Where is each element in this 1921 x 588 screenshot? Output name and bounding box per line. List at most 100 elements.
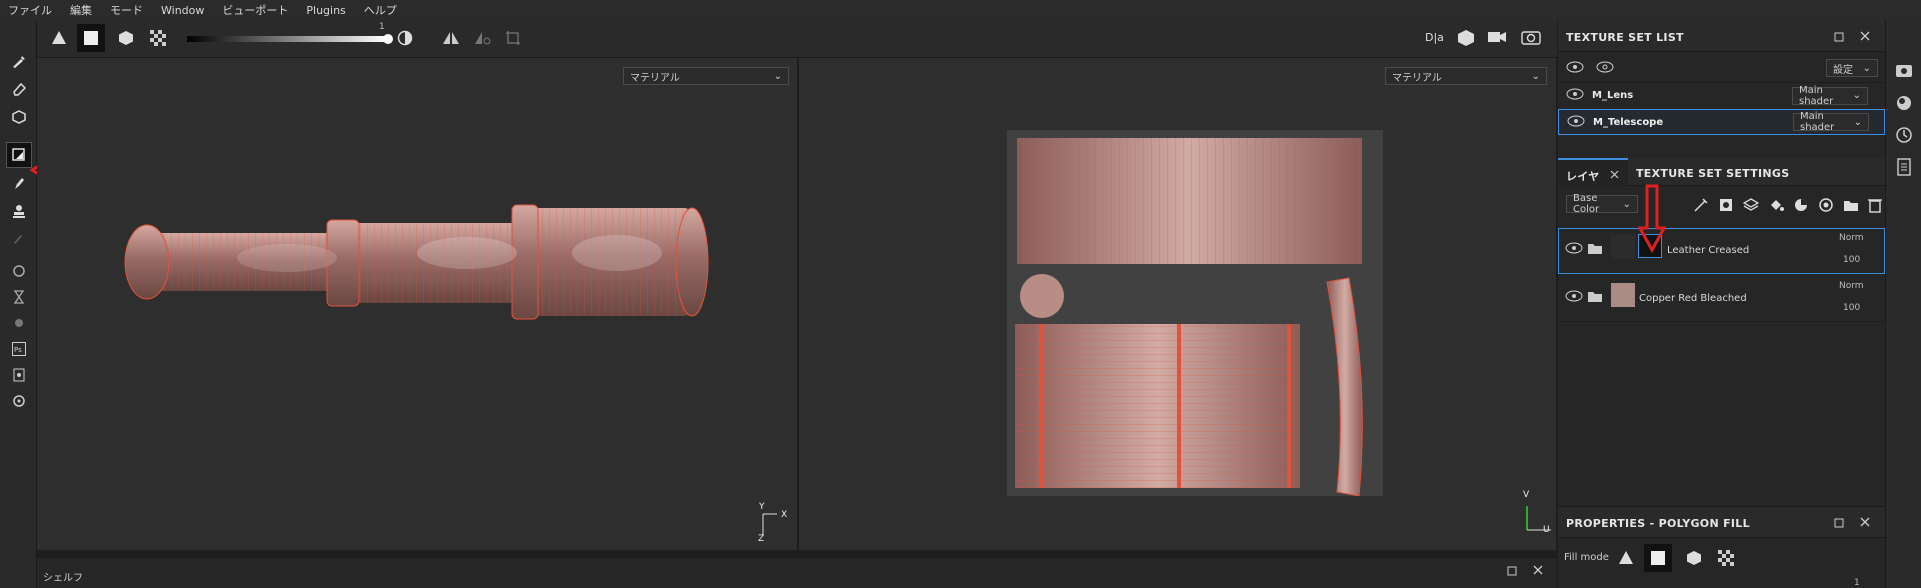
viewport-3d-material-select[interactable]: マテリアル ⌄ [623, 67, 789, 85]
axis-y-label: Y [759, 502, 765, 512]
layer-blend-mode[interactable]: Norm [1839, 233, 1864, 243]
smudge-icon[interactable] [6, 170, 32, 196]
maximize-icon[interactable] [1507, 566, 1517, 579]
menu-mode[interactable]: モード [110, 2, 143, 18]
layer-opacity[interactable]: 100 [1843, 255, 1860, 265]
menu-window[interactable]: Window [161, 4, 204, 17]
history-icon[interactable] [1895, 126, 1913, 147]
channel-select[interactable]: Base Color ⌄ [1566, 193, 1638, 215]
add-folder-icon[interactable] [1843, 197, 1859, 216]
paint-brush-icon[interactable] [6, 48, 32, 74]
log-icon[interactable] [1895, 158, 1913, 179]
geometry-icon[interactable] [6, 258, 32, 284]
smart-material-icon[interactable] [1793, 197, 1809, 216]
viewport-uv[interactable]: マテリアル ⌄ V U [799, 58, 1556, 550]
layer-row[interactable]: Copper Red Bleached Norm 100 [1558, 276, 1885, 322]
texture-set-item-selected[interactable]: M_Telescope Main shader ⌄ [1558, 109, 1885, 135]
add-effect-icon[interactable] [1693, 197, 1709, 216]
layer-name: Leather Creased [1667, 245, 1750, 256]
eye-solo-icon[interactable] [1596, 61, 1614, 76]
maximize-icon[interactable] [1834, 32, 1844, 45]
eraser-icon[interactable] [6, 76, 32, 102]
triangle-fill-icon[interactable] [1618, 550, 1634, 569]
menu-viewport[interactable]: ビューポート [222, 2, 288, 18]
eye-icon[interactable] [1566, 88, 1584, 103]
history-icon[interactable] [6, 284, 32, 310]
maximize-icon[interactable] [1834, 518, 1844, 531]
eye-icon[interactable] [1567, 115, 1585, 130]
delete-layer-icon[interactable] [1868, 197, 1882, 216]
uv-fill-icon[interactable] [1718, 550, 1734, 569]
projection-icon[interactable] [6, 104, 32, 130]
settings-label: 設定 [1833, 64, 1853, 76]
layer-thumbnail[interactable] [1611, 283, 1635, 307]
axis-u-label: U [1543, 525, 1550, 535]
menu-plugins[interactable]: Plugins [306, 4, 345, 17]
screenshot-camera-icon[interactable] [1521, 29, 1541, 48]
quad-fill-icon[interactable] [1644, 544, 1672, 572]
view-cube-icon[interactable] [1457, 29, 1475, 50]
eye-icon[interactable] [1565, 290, 1583, 305]
shader-select[interactable]: Main shader ⌄ [1792, 84, 1868, 107]
right-icon-bar [1885, 20, 1921, 588]
layer-thumbnail[interactable] [1611, 235, 1635, 259]
uv-fill-icon[interactable] [150, 30, 166, 49]
chevron-down-icon: ⌄ [1531, 70, 1540, 82]
quad-fill-icon[interactable] [77, 24, 105, 52]
display-settings-icon[interactable] [1895, 62, 1913, 83]
object-fill-icon[interactable] [118, 30, 134, 49]
export-icon[interactable] [6, 362, 32, 388]
camera-video-icon[interactable] [1487, 29, 1507, 48]
contrast-icon[interactable] [397, 30, 413, 49]
add-mask-icon[interactable] [1718, 197, 1734, 216]
layer-opacity[interactable]: 100 [1843, 303, 1860, 313]
menu-edit[interactable]: 編集 [70, 2, 92, 18]
triangle-fill-icon[interactable] [51, 30, 67, 49]
eye-toggle-all-icon[interactable] [1566, 61, 1584, 76]
close-icon[interactable] [1533, 565, 1543, 578]
eye-icon[interactable] [1565, 242, 1583, 257]
tab-texture-set-settings[interactable]: TEXTURE SET SETTINGS [1636, 167, 1789, 180]
polygon-fill-icon[interactable] [6, 142, 32, 168]
shader-select[interactable]: Main shader ⌄ [1793, 111, 1869, 133]
viewport-uv-material-select[interactable]: マテリアル ⌄ [1385, 67, 1547, 85]
menu-help[interactable]: ヘルプ [364, 2, 397, 18]
folder-icon [1587, 289, 1603, 306]
tab-layers-label: レイヤ [1566, 170, 1600, 183]
shader-select-label: Main shader [1799, 84, 1834, 107]
clone-stamp-icon[interactable] [6, 198, 32, 224]
slider-handle[interactable] [383, 34, 393, 44]
texture-set-settings-select[interactable]: 設定 ⌄ [1826, 59, 1878, 77]
symmetry-icon[interactable] [442, 30, 460, 49]
top-toolbar: 1 D|a [37, 20, 1557, 58]
shader-settings-icon[interactable] [1895, 94, 1913, 115]
left-toolbar: Ps [0, 20, 37, 588]
close-icon[interactable] [1860, 517, 1870, 530]
close-icon[interactable] [1610, 169, 1619, 182]
object-fill-icon[interactable] [1686, 550, 1702, 569]
color-picker-icon[interactable] [6, 224, 32, 250]
close-icon[interactable] [1860, 31, 1870, 44]
add-layer-icon[interactable] [1742, 197, 1760, 216]
transform-icon[interactable] [505, 30, 521, 49]
folder-icon [1587, 241, 1603, 258]
menu-file[interactable]: ファイル [8, 2, 52, 18]
layer-blend-mode[interactable]: Norm [1839, 281, 1864, 291]
add-fill-layer-icon[interactable] [1768, 197, 1784, 216]
brightness-slider[interactable] [187, 36, 387, 42]
split-view-icon[interactable]: D|a [1425, 28, 1447, 49]
axis-z-label: Z [758, 534, 765, 544]
fill-mode-row: Fill mode 1 [1558, 542, 1885, 588]
menu-bar: ファイル 編集 モード Window ビューポート Plugins ヘルプ [0, 0, 1921, 20]
viewport-3d[interactable]: マテリアル ⌄ Y X Z [37, 58, 797, 550]
chevron-down-icon: ⌄ [1853, 116, 1862, 128]
photoshop-icon[interactable]: Ps [6, 336, 32, 362]
texture-set-item[interactable]: M_Lens Main shader ⌄ [1558, 82, 1885, 108]
smart-mask-icon[interactable] [1818, 197, 1834, 216]
symmetry-settings-icon[interactable] [474, 30, 492, 49]
layer-row[interactable]: Leather Creased Norm 100 [1558, 228, 1885, 274]
bake-icon[interactable] [6, 310, 32, 336]
tab-layers[interactable]: レイヤ [1558, 158, 1628, 186]
axis-v-label: V [1523, 490, 1530, 500]
plugin-icon[interactable] [6, 388, 32, 414]
